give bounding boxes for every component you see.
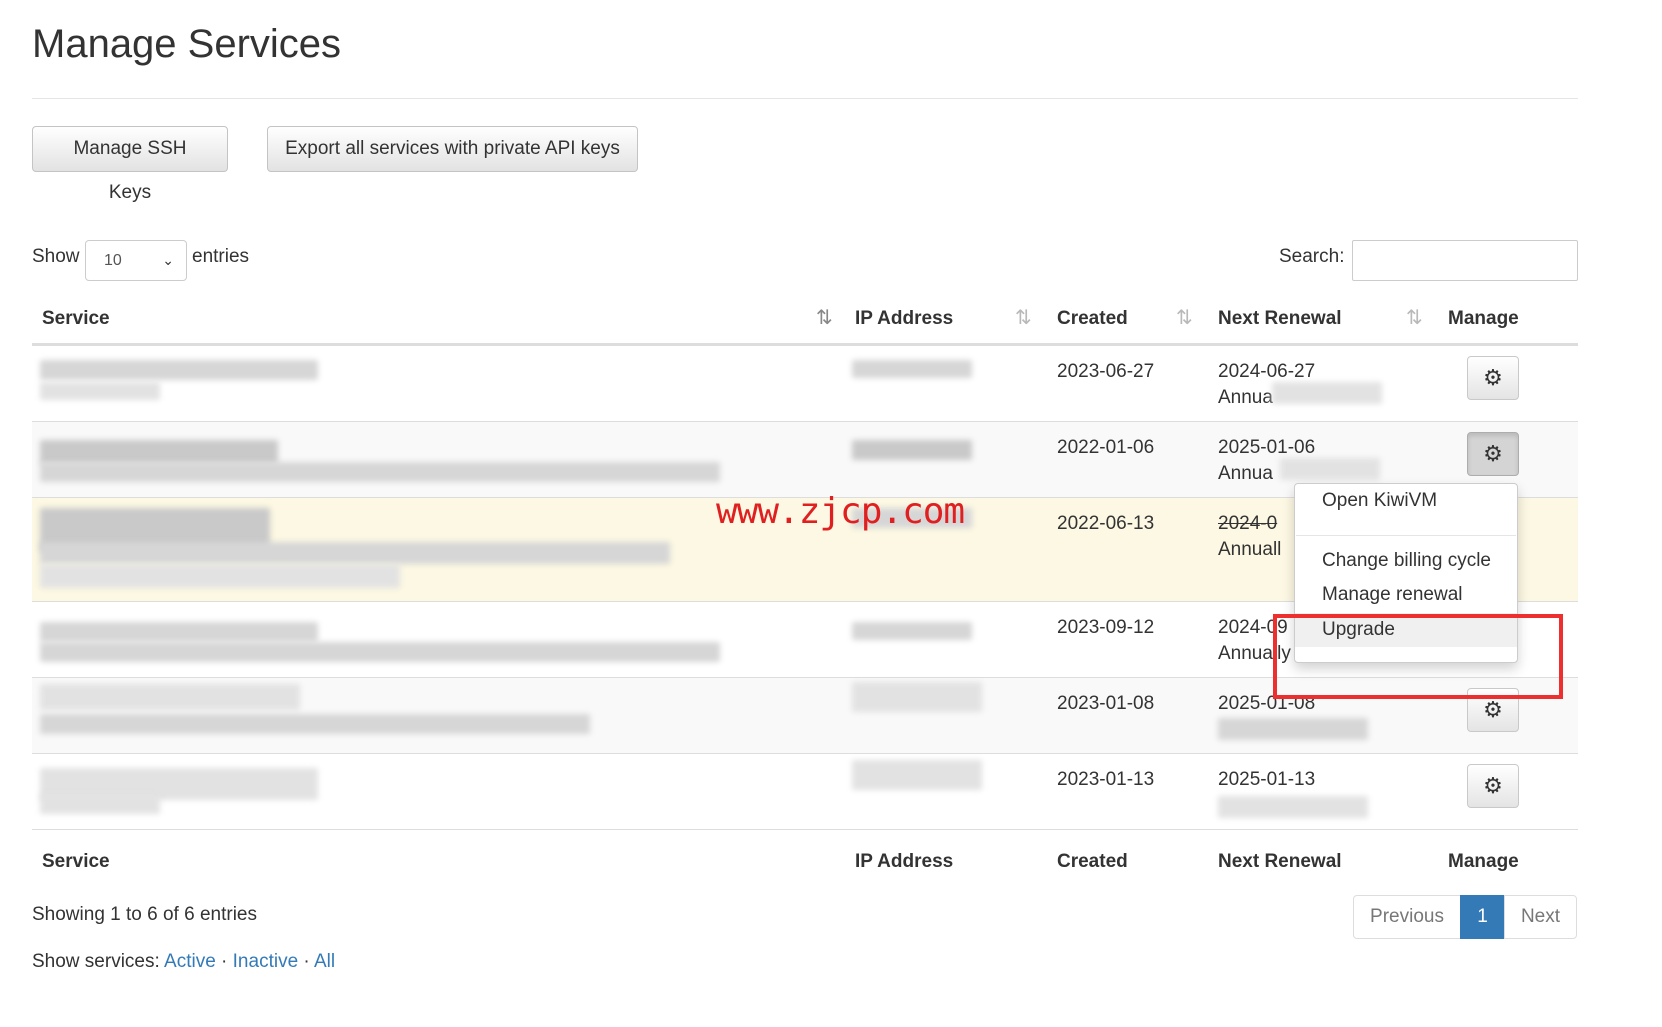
- pagination-page-1[interactable]: 1: [1460, 895, 1505, 939]
- gear-icon: ⚙: [1483, 441, 1503, 466]
- column-header-ip[interactable]: IP Address: [855, 308, 953, 330]
- manage-gear-button-active[interactable]: ⚙: [1467, 432, 1519, 476]
- renewal-date: 2025-01-06: [1218, 437, 1316, 458]
- redacted-service: [40, 440, 278, 464]
- redacted-ip: [852, 440, 972, 460]
- redacted-service: [40, 794, 160, 814]
- renewal-date: 2025-01-13: [1218, 769, 1316, 790]
- created-date: 2023-01-08: [1057, 693, 1155, 714]
- redacted-service: [40, 542, 670, 564]
- column-header-created[interactable]: Created: [1057, 308, 1128, 330]
- annotation-highlight-box: [1273, 614, 1563, 699]
- gear-icon: ⚙: [1483, 773, 1503, 798]
- table-info: Showing 1 to 6 of 6 entries: [32, 904, 257, 925]
- menu-item-change-billing-cycle[interactable]: Change billing cycle: [1295, 544, 1517, 578]
- redacted-ip: [852, 622, 972, 640]
- manage-ssh-keys-button[interactable]: Manage SSH Keys: [32, 126, 228, 203]
- redacted-service: [40, 684, 300, 710]
- gear-icon: ⚙: [1483, 365, 1503, 390]
- redacted-service: [40, 382, 160, 400]
- footer-service: Service: [42, 851, 110, 872]
- length-entries-label: entries: [192, 246, 250, 267]
- redacted-price: [1280, 458, 1380, 480]
- redacted-price: [1272, 382, 1382, 404]
- pagination-next[interactable]: Next: [1504, 895, 1577, 939]
- table-row: 2023-06-27 2024-06-27 Annua ⚙: [32, 345, 1578, 421]
- table-footer-divider: [32, 829, 1578, 830]
- footer-created: Created: [1057, 851, 1128, 872]
- export-services-button[interactable]: Export all services with private API key…: [267, 126, 638, 172]
- column-header-service[interactable]: Service: [42, 308, 110, 330]
- renewal-cycle: Annua: [1218, 387, 1273, 408]
- manage-gear-button[interactable]: ⚙: [1467, 356, 1519, 400]
- footer-manage: Manage: [1448, 851, 1519, 872]
- filter-active-link[interactable]: Active: [164, 951, 216, 972]
- menu-item-open-kiwivm[interactable]: Open KiwiVM: [1295, 484, 1517, 518]
- redacted-service: [40, 564, 400, 588]
- filter-all-link[interactable]: All: [314, 951, 335, 972]
- created-date: 2022-01-06: [1057, 437, 1155, 458]
- redacted-ip: [852, 360, 972, 378]
- redacted-service: [40, 622, 318, 642]
- table-row: 2023-01-13 2025-01-13 ⚙: [32, 753, 1578, 829]
- redacted-service: [40, 360, 318, 380]
- search-label: Search:: [1279, 246, 1345, 267]
- sort-icon[interactable]: ⇅: [1176, 305, 1193, 330]
- manage-gear-button[interactable]: ⚙: [1467, 764, 1519, 808]
- length-show-label: Show: [32, 246, 80, 267]
- created-date: 2022-06-13: [1057, 513, 1155, 534]
- redacted-service: [40, 714, 590, 734]
- created-date: 2023-09-12: [1057, 617, 1155, 638]
- search-input[interactable]: [1352, 240, 1578, 281]
- separator: ·: [303, 951, 310, 972]
- watermark: www.zjcp.com: [716, 491, 965, 532]
- redacted-ip: [852, 760, 982, 790]
- entries-per-page-select[interactable]: 10 ⌄: [85, 240, 187, 281]
- footer-next-renewal: Next Renewal: [1218, 851, 1342, 872]
- show-services-filter: Show services: Active · Inactive · All: [32, 951, 335, 973]
- renewal-date: 2024-0: [1218, 513, 1278, 534]
- footer-ip: IP Address: [855, 851, 954, 872]
- sort-icon[interactable]: ⇅: [1015, 305, 1032, 330]
- chevron-down-icon: ⌄: [162, 252, 174, 268]
- pagination-previous[interactable]: Previous: [1353, 895, 1461, 939]
- filter-inactive-link[interactable]: Inactive: [233, 951, 298, 972]
- redacted-service: [40, 462, 720, 482]
- created-date: 2023-01-13: [1057, 769, 1155, 790]
- renewal-date: 2024-06-27: [1218, 361, 1316, 382]
- entries-per-page-value: 10: [104, 252, 122, 269]
- gear-icon: ⚙: [1483, 697, 1503, 722]
- created-date: 2023-06-27: [1057, 361, 1155, 382]
- redacted-service: [40, 642, 720, 662]
- title-divider: [32, 98, 1578, 99]
- renewal-cycle: Annuall: [1218, 539, 1282, 560]
- redacted-renewal: [1218, 796, 1368, 818]
- column-header-manage: Manage: [1448, 308, 1519, 329]
- redacted-renewal: [1218, 718, 1368, 740]
- column-header-next-renewal[interactable]: Next Renewal: [1218, 308, 1342, 330]
- renewal-cycle: Annua: [1218, 463, 1273, 484]
- separator: ·: [221, 951, 228, 972]
- menu-item-manage-renewal[interactable]: Manage renewal: [1295, 578, 1517, 612]
- sort-asc-icon[interactable]: ⇅: [816, 305, 833, 330]
- menu-divider: [1296, 535, 1516, 536]
- show-services-label: Show services:: [32, 951, 160, 972]
- redacted-ip: [852, 682, 982, 712]
- page-title: Manage Services: [32, 22, 342, 66]
- sort-icon[interactable]: ⇅: [1406, 305, 1423, 330]
